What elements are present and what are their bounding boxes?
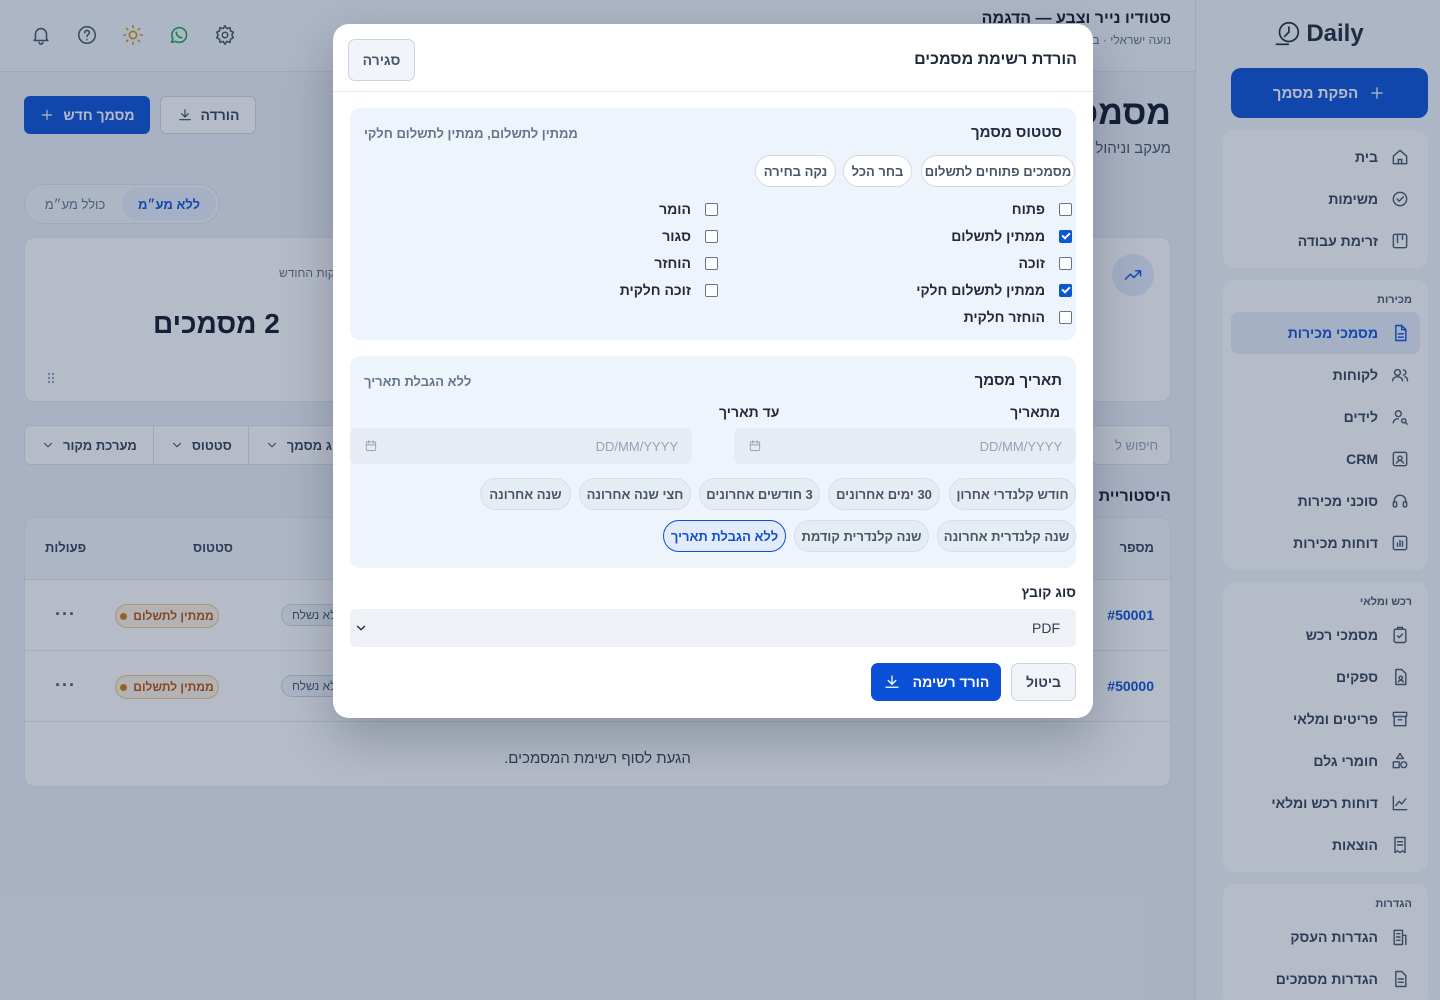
section-title: סטטוס מסמך — [970, 124, 1062, 141]
status-summary: ממתין לתשלום, ממתין לתשלום חלקי — [364, 126, 578, 141]
preset-last-3-months[interactable]: 3 חודשים אחרונים — [699, 478, 820, 510]
status-option-partially-credited[interactable]: זוכה חלקית — [620, 282, 718, 298]
modal-title: הורדת רשימת מסמכים — [914, 51, 1077, 68]
preset-last-30-days[interactable]: 30 ימים אחרונים — [828, 478, 940, 510]
checkbox[interactable] — [705, 283, 718, 297]
preset-last-half-year[interactable]: חצי שנה אחרונה — [579, 478, 691, 510]
calendar-icon[interactable] — [748, 439, 762, 453]
status-option-awaiting-payment[interactable]: ממתין לתשלום — [951, 228, 1072, 244]
close-button[interactable]: סגירה — [348, 39, 415, 81]
checkbox-label: הוחזר — [654, 255, 691, 271]
status-option-refunded[interactable]: הוחזר — [654, 255, 718, 271]
from-date-input[interactable]: DD/MM/YYYY — [734, 428, 1076, 464]
chevron-down-icon — [354, 621, 368, 635]
checkbox[interactable] — [1059, 256, 1072, 270]
checkbox-label: ממתין לתשלום — [951, 228, 1045, 244]
clear-selection-button[interactable]: נקה בחירה — [755, 155, 836, 187]
checkbox-label: זוכה חלקית — [619, 282, 691, 298]
open-for-payment-button[interactable]: מסמכים פתוחים לתשלום — [921, 155, 1075, 187]
checkbox-label: זוכה — [1018, 255, 1045, 271]
modal-header: הורדת רשימת מסמכים סגירה — [333, 24, 1093, 92]
checkbox[interactable] — [1059, 310, 1072, 324]
status-option-credited[interactable]: זוכה — [1018, 255, 1072, 271]
preset-previous-calendar-year[interactable]: שנה קלנדרית קודמת — [794, 520, 929, 552]
preset-last-calendar-year[interactable]: שנה קלנדרית אחרונה — [937, 520, 1076, 552]
checkbox[interactable] — [705, 256, 718, 270]
checkbox[interactable] — [1059, 202, 1072, 216]
checkbox[interactable] — [1059, 283, 1072, 297]
date-summary: ללא הגבלת תאריך — [364, 374, 472, 389]
preset-last-calendar-month[interactable]: חודש קלנדרי אחרון — [949, 478, 1076, 510]
cancel-button[interactable]: ביטול — [1011, 663, 1076, 701]
select-all-button[interactable]: בחר הכל — [843, 155, 912, 187]
document-status-section: סטטוס מסמך ממתין לתשלום, ממתין לתשלום חל… — [350, 108, 1076, 340]
download-icon — [883, 673, 901, 691]
status-option-open[interactable]: פתוח — [1012, 201, 1072, 217]
checkbox[interactable] — [1059, 229, 1072, 243]
preset-last-year[interactable]: שנה אחרונה — [480, 478, 571, 510]
section-title: תאריך מסמך — [974, 372, 1062, 389]
checkbox[interactable] — [705, 202, 718, 216]
checkbox-label: ממתין לתשלום חלקי — [916, 282, 1045, 298]
checkbox-label: פתוח — [1011, 201, 1045, 217]
date-placeholder: DD/MM/YYYY — [595, 438, 678, 454]
status-option-converted[interactable]: הומר — [659, 201, 718, 217]
from-date-label: מתאריך — [1010, 404, 1060, 420]
status-option-closed[interactable]: סגור — [662, 228, 718, 244]
checkbox-label: הוחזר חלקית — [963, 309, 1045, 325]
to-date-label: עד תאריך — [719, 404, 780, 420]
download-list-button[interactable]: הורד רשימה — [871, 663, 1001, 701]
download-list-label: הורד רשימה — [912, 674, 990, 690]
checkbox[interactable] — [705, 229, 718, 243]
checkbox-label: הומר — [659, 201, 691, 217]
status-option-awaiting-partial-payment[interactable]: ממתין לתשלום חלקי — [916, 282, 1072, 298]
file-type-select[interactable]: PDF — [350, 609, 1076, 647]
preset-no-date-limit[interactable]: ללא הגבלת תאריך — [663, 520, 786, 552]
document-date-section: תאריך מסמך ללא הגבלת תאריך מתאריך עד תאר… — [350, 356, 1076, 568]
checkbox-label: סגור — [662, 228, 691, 244]
file-type-value: PDF — [1032, 620, 1060, 636]
file-type-label: סוג קובץ — [1021, 584, 1076, 600]
to-date-input[interactable]: DD/MM/YYYY — [350, 428, 692, 464]
calendar-icon[interactable] — [364, 439, 378, 453]
download-list-modal: הורדת רשימת מסמכים סגירה סטטוס מסמך ממתי… — [333, 24, 1093, 718]
status-option-partially-refunded[interactable]: הוחזר חלקית — [964, 309, 1072, 325]
date-placeholder: DD/MM/YYYY — [979, 438, 1062, 454]
